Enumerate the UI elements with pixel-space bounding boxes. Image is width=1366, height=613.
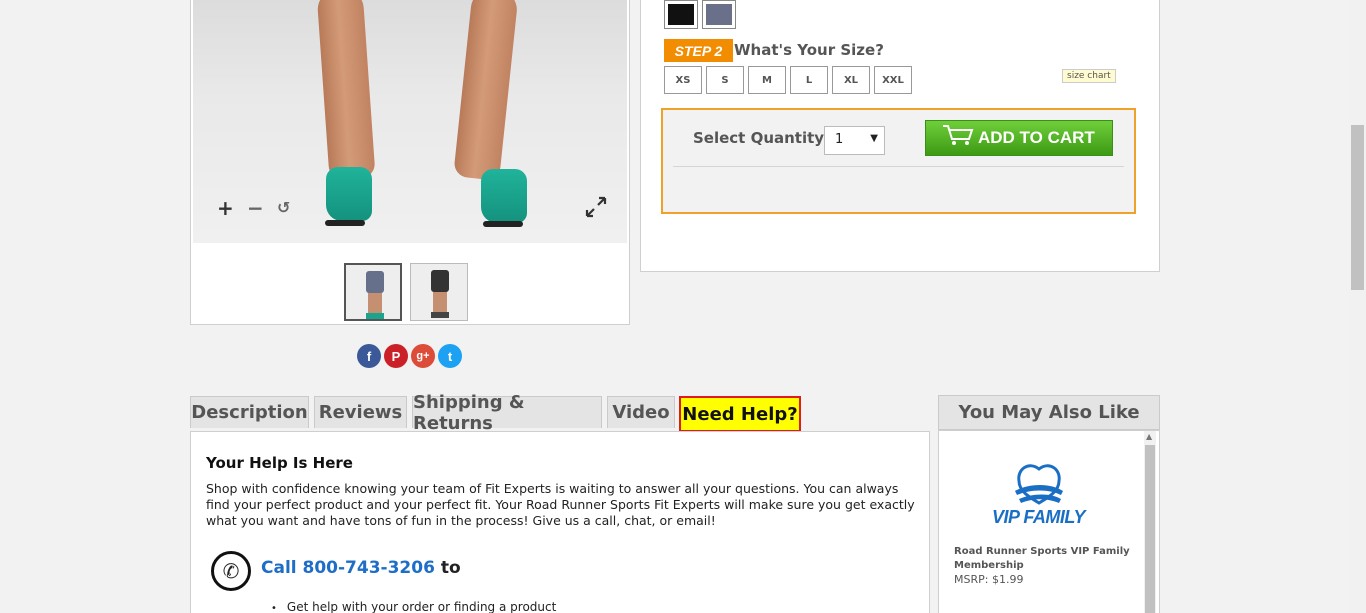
vip-family-logo-text: VIP FAMILY [992,507,1086,527]
ymal-product-price: MSRP: $1.99 [954,573,1024,586]
you-may-also-like-header: You May Also Like [938,395,1160,430]
product-image-panel: + − ↺ [190,0,630,325]
thumbnail-1[interactable] [344,263,402,321]
size-option-xs[interactable]: XS [664,66,702,94]
thumbnail-legs [368,293,382,315]
tab-content-need-help: Your Help Is Here Shop with confidence k… [190,431,930,613]
google-plus-icon[interactable]: g+ [411,344,435,368]
size-option-m[interactable]: M [748,66,786,94]
sole-left [325,220,365,226]
tab-reviews[interactable]: Reviews [314,396,407,428]
twitter-icon[interactable]: t [438,344,462,368]
quantity-label: Select Quantity: [693,129,831,147]
call-phone-link[interactable]: Call 800-743-3206 [261,558,435,578]
size-option-xxl[interactable]: XXL [874,66,912,94]
size-option-s[interactable]: S [706,66,744,94]
you-may-also-like-panel: VIP FAMILY Road Runner Sports VIP Family… [938,430,1160,613]
call-suffix: to [434,558,461,578]
size-option-xl[interactable]: XL [832,66,870,94]
ymal-scrollbar[interactable]: ▲ [1144,431,1156,613]
size-chart-link[interactable]: size chart [1062,69,1116,83]
help-bullet: Get help with your order or finding a pr… [271,600,556,613]
color-swatch-black[interactable] [664,0,698,29]
scroll-up-icon[interactable]: ▲ [1146,432,1152,441]
tab-description[interactable]: Description [190,396,309,428]
quantity-select[interactable]: 1 ▼ [824,126,885,155]
product-options-panel: STEP 2 What's Your Size? XS S M L XL XXL… [640,0,1160,272]
shoe-right [481,169,527,223]
tab-shipping-returns[interactable]: Shipping & Returns [412,392,602,434]
facebook-icon[interactable]: f [357,344,381,368]
ymal-scrollbar-thumb[interactable] [1145,445,1155,613]
leg-left [316,0,376,181]
divider [673,166,1124,167]
fullscreen-icon[interactable] [585,196,607,218]
call-line: Call 800-743-3206 to [261,558,461,578]
pinterest-icon[interactable]: P [384,344,408,368]
chevron-down-icon: ▼ [870,133,878,144]
quantity-box: Select Quantity: 1 ▼ ADD TO CART [661,108,1136,214]
leg-right [453,0,519,181]
thumbnail-legs [433,292,447,314]
size-option-l[interactable]: L [790,66,828,94]
zoom-out-icon[interactable]: − [247,198,264,218]
help-title: Your Help Is Here [206,454,353,472]
size-step-title: What's Your Size? [734,41,884,59]
thumbnail-shoes [431,312,449,318]
ymal-product-name[interactable]: Road Runner Sports VIP Family Membership [954,545,1134,573]
shopping-cart-icon [938,124,978,152]
tab-video[interactable]: Video [607,396,675,428]
shoe-left [326,167,372,221]
thumbnail-shorts [366,271,384,293]
tab-need-help[interactable]: Need Help? [679,396,801,432]
color-swatch-slate[interactable] [702,0,736,29]
sole-right [483,221,523,227]
add-to-cart-button[interactable]: ADD TO CART [925,120,1113,156]
thumbnail-shorts [431,270,449,292]
add-to-cart-label: ADD TO CART [978,128,1095,147]
help-text: Shop with confidence knowing your team o… [206,481,915,528]
step-badge: STEP 2 [664,39,733,62]
thumbnail-2[interactable] [410,263,468,321]
zoom-in-icon[interactable]: + [217,198,234,218]
thumbnail-shoes [366,313,384,319]
page-scrollbar-thumb[interactable] [1351,125,1364,290]
main-product-image[interactable]: + − ↺ [193,0,627,243]
page-scrollbar[interactable] [1349,0,1366,613]
phone-icon: ✆ [211,551,251,591]
quantity-value: 1 [835,132,844,147]
reset-zoom-icon[interactable]: ↺ [277,198,290,218]
